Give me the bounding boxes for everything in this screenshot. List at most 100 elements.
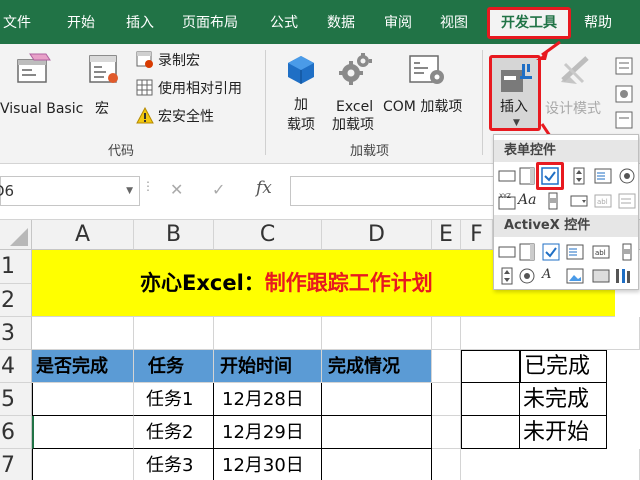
activex-checkbox-icon[interactable] — [542, 243, 560, 261]
cell-e3[interactable] — [432, 317, 461, 350]
cell-e4[interactable] — [432, 350, 461, 383]
button-control-icon[interactable] — [498, 167, 516, 185]
select-all-corner[interactable] — [0, 220, 32, 250]
table-header-cell[interactable]: 是否完成 — [32, 350, 134, 383]
column-header[interactable]: D — [322, 220, 432, 250]
combo-list-control-icon[interactable] — [618, 192, 636, 210]
date-cell[interactable]: 12月29日 — [214, 416, 322, 449]
task-cell[interactable]: 任务3 — [134, 449, 214, 480]
tab-file[interactable]: 文件 — [3, 13, 31, 33]
tab-review[interactable]: 审阅 — [384, 13, 412, 33]
cell-d3[interactable] — [322, 317, 432, 350]
row-header[interactable]: 3 — [0, 317, 32, 350]
cell-f6[interactable] — [461, 416, 520, 449]
column-header[interactable]: B — [134, 220, 214, 250]
status-list-cell[interactable]: 已完成 — [520, 350, 607, 383]
cell-f3[interactable] — [461, 317, 640, 350]
macro-button[interactable]: 宏 — [84, 50, 126, 120]
task-cell[interactable]: 任务1 — [134, 383, 214, 416]
activex-textbox-icon[interactable]: abl — [592, 243, 610, 261]
label-control-icon[interactable]: Aa — [518, 192, 536, 208]
activex-spin-icon[interactable] — [498, 267, 516, 285]
cell-a7[interactable] — [32, 449, 134, 480]
activex-list-icon[interactable] — [566, 243, 584, 261]
tab-help[interactable]: 帮助 — [584, 13, 612, 33]
spin-button-control-icon[interactable] — [570, 167, 588, 185]
checkbox-control-highlight[interactable] — [536, 162, 564, 190]
cell-e5[interactable] — [432, 383, 461, 416]
enter-icon[interactable]: ✓ — [212, 180, 225, 199]
status-list-cell[interactable]: 未开始 — [520, 416, 607, 449]
cell-d7[interactable] — [322, 449, 432, 480]
row-header[interactable]: 6 — [0, 416, 32, 449]
cell-e6[interactable] — [432, 416, 461, 449]
table-header-cell[interactable]: 任务 — [134, 350, 214, 383]
cell-d5[interactable] — [322, 383, 432, 416]
macro-security-button[interactable]: 宏安全性 — [134, 106, 244, 128]
addins-button[interactable]: 加 载项 — [282, 50, 322, 133]
activex-toggle-icon[interactable] — [592, 267, 610, 285]
dropdown-control-icon[interactable] — [570, 192, 588, 210]
run-dialog-icon[interactable] — [614, 110, 634, 130]
name-box[interactable]: D6 ▼ — [0, 176, 140, 206]
option-button-control-icon[interactable] — [618, 167, 636, 185]
view-code-icon[interactable] — [614, 84, 634, 104]
activex-scroll-icon[interactable] — [618, 243, 636, 261]
task-cell[interactable]: 任务2 — [134, 416, 214, 449]
column-header[interactable]: A — [32, 220, 134, 250]
properties-icon[interactable] — [614, 56, 634, 76]
group-box-control-icon[interactable]: XYZ — [498, 192, 516, 210]
formula-input[interactable] — [290, 176, 500, 206]
cell-d6[interactable] — [322, 416, 432, 449]
cell-b3[interactable] — [134, 317, 214, 350]
column-header[interactable]: C — [214, 220, 322, 250]
column-header[interactable]: F — [461, 220, 493, 250]
date-cell[interactable]: 12月30日 — [214, 449, 322, 480]
cell-a6[interactable] — [32, 416, 134, 449]
visual-basic-button[interactable]: Visual Basic — [0, 50, 83, 120]
text-field-control-icon[interactable]: abl — [594, 192, 612, 210]
tab-data[interactable]: 数据 — [327, 13, 355, 33]
table-header-cell[interactable]: 完成情况 — [322, 350, 432, 383]
drag-handle-icon[interactable]: ⋮ — [142, 180, 154, 192]
tab-page-layout[interactable]: 页面布局 — [182, 13, 238, 33]
cell-a5[interactable] — [32, 383, 134, 416]
record-macro-button[interactable]: 录制宏 — [134, 50, 254, 72]
cell-f5[interactable] — [461, 383, 520, 416]
tab-formulas[interactable]: 公式 — [270, 13, 298, 33]
activex-image-icon[interactable] — [566, 267, 584, 285]
insert-function-icon[interactable]: fx — [256, 178, 272, 198]
status-list-cell[interactable]: 未完成 — [520, 383, 607, 416]
insert-controls-button[interactable]: 插入 ▼ — [489, 55, 541, 131]
tab-home[interactable]: 开始 — [67, 13, 95, 33]
excel-addins-button[interactable]: Excel 加载项 — [330, 50, 380, 133]
combo-box-control-icon[interactable] — [518, 167, 536, 185]
activex-combo-icon[interactable] — [518, 243, 536, 261]
row-header[interactable]: 1 — [0, 250, 32, 284]
activex-label-icon[interactable]: A — [542, 267, 551, 282]
column-header[interactable]: E — [432, 220, 461, 250]
activex-more-controls-icon[interactable] — [614, 267, 632, 285]
cancel-icon[interactable]: ✕ — [170, 180, 183, 199]
row-header[interactable]: 7 — [0, 449, 32, 480]
cell-a3[interactable] — [32, 317, 134, 350]
cell-f7[interactable] — [461, 449, 640, 480]
list-box-control-icon[interactable] — [594, 167, 612, 185]
row-header[interactable]: 5 — [0, 383, 32, 416]
relative-reference-button[interactable]: 使用相对引用 — [134, 78, 259, 100]
cell-e7[interactable] — [432, 449, 461, 480]
table-header-cell[interactable]: 开始时间 — [214, 350, 322, 383]
chevron-down-icon[interactable]: ▼ — [126, 177, 133, 205]
row-header[interactable]: 2 — [0, 284, 32, 317]
tab-insert[interactable]: 插入 — [126, 13, 154, 33]
activex-option-icon[interactable] — [518, 267, 536, 285]
activex-button-icon[interactable] — [498, 243, 516, 261]
tab-developer[interactable]: 开发工具 — [487, 7, 571, 39]
cell-c3[interactable] — [214, 317, 322, 350]
tab-view[interactable]: 视图 — [440, 13, 468, 33]
date-cell[interactable]: 12月28日 — [214, 383, 322, 416]
scroll-bar-control-icon[interactable] — [544, 192, 562, 210]
row-header[interactable]: 4 — [0, 350, 32, 383]
cell-f4[interactable] — [461, 350, 520, 383]
com-addins-button[interactable]: COM 加载项 — [382, 50, 472, 130]
